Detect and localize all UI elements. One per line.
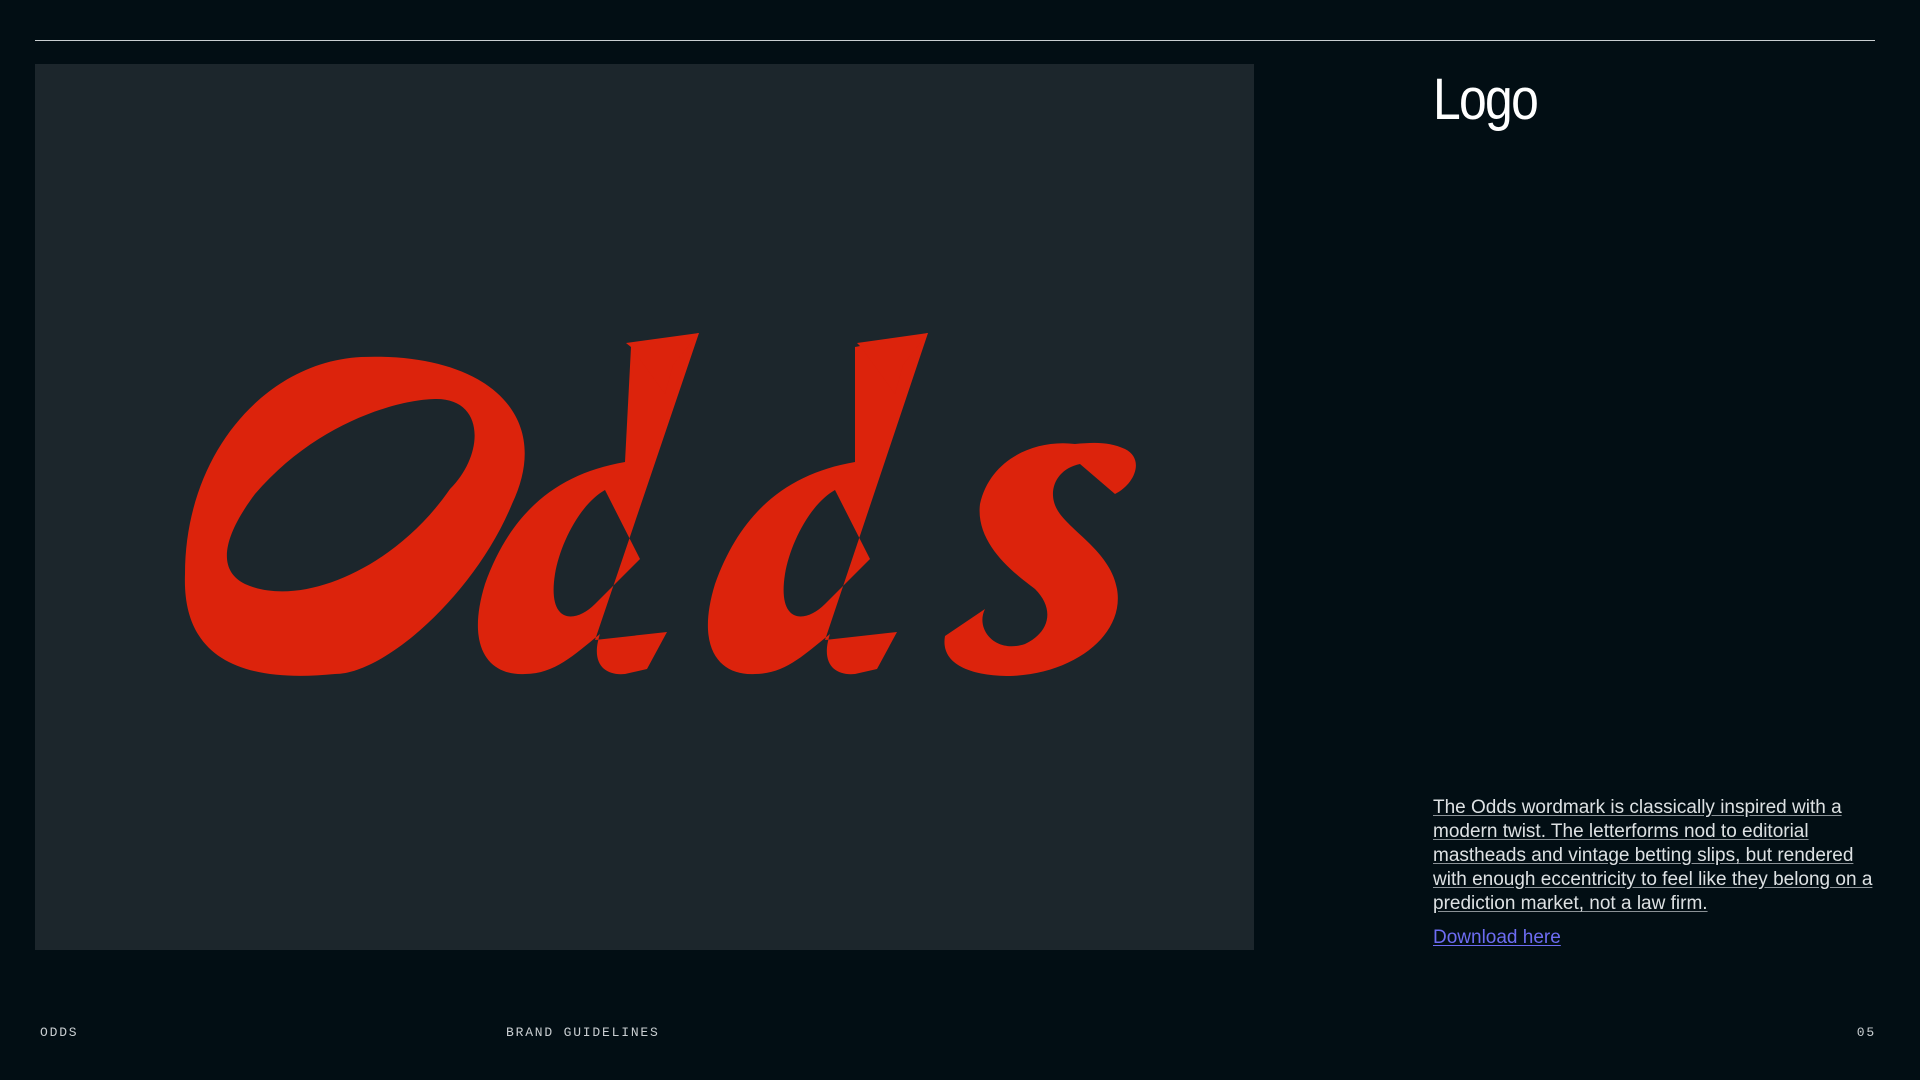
logo-description: The Odds wordmark is classically inspire… [1433, 797, 1873, 914]
page-title: Logo [1433, 67, 1539, 132]
wordmark-letter-o [184, 356, 525, 676]
footer-brand: ODDS [40, 1025, 79, 1040]
top-divider [35, 40, 1875, 41]
odds-wordmark-logo [184, 333, 1136, 676]
download-link[interactable]: Download here [1433, 926, 1561, 950]
footer-page-number: 05 [1856, 1025, 1876, 1040]
logo-preview-panel [35, 64, 1254, 950]
wordmark-letter-s [944, 442, 1136, 676]
footer-section: BRAND GUIDELINES [506, 1025, 660, 1040]
